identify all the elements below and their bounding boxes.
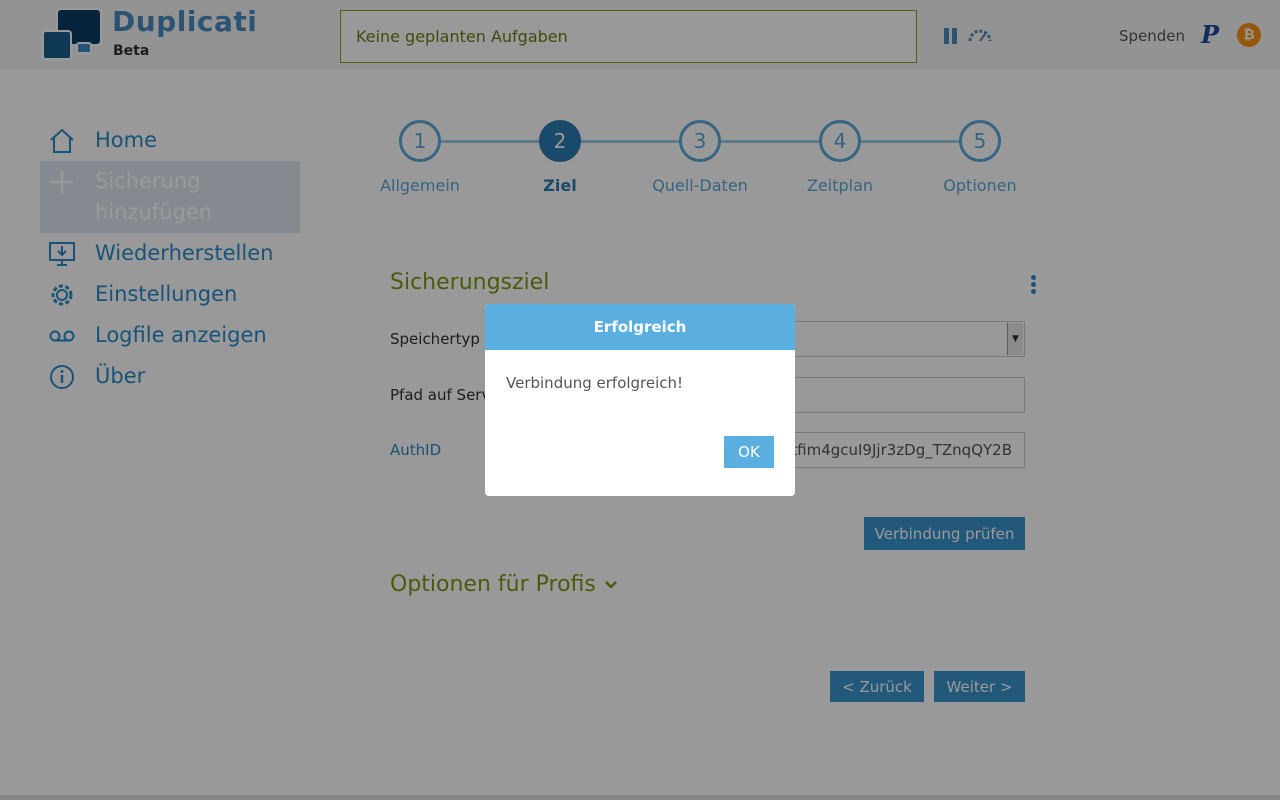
dialog-title: Erfolgreich	[485, 304, 795, 350]
success-dialog: Erfolgreich Verbindung erfolgreich! OK	[485, 304, 795, 496]
dialog-message: Verbindung erfolgreich!	[506, 374, 684, 392]
ok-button[interactable]: OK	[724, 436, 774, 468]
